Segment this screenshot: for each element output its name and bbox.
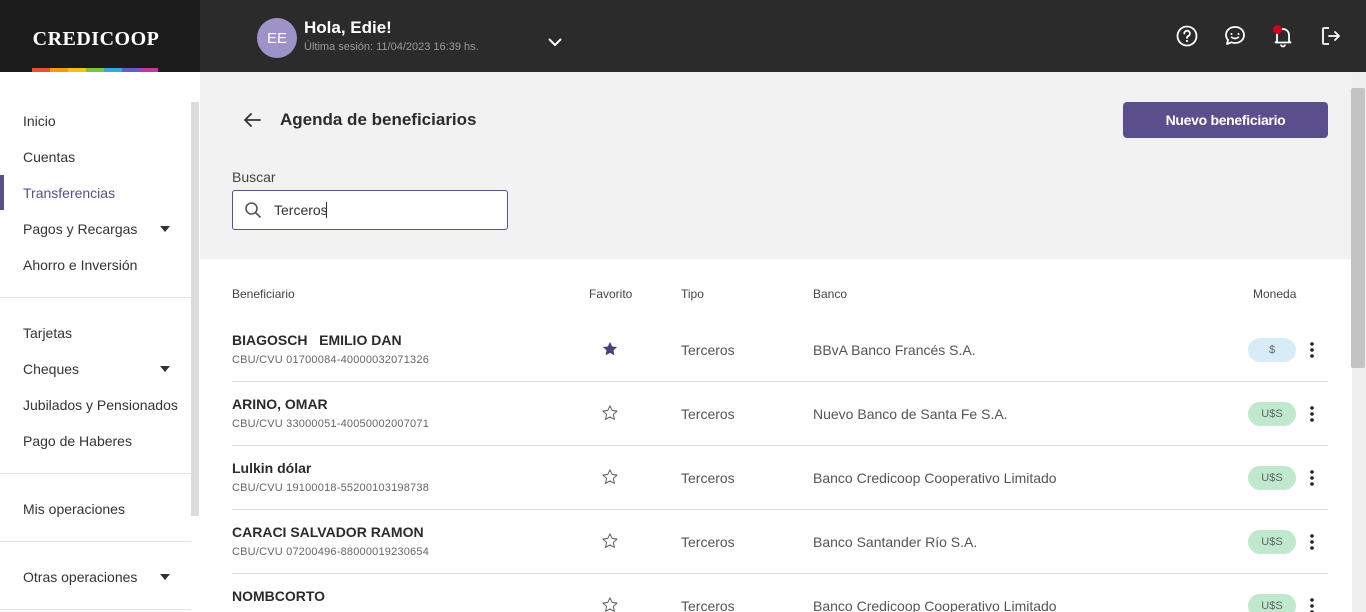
column-header-currency: Moneda (1253, 287, 1297, 301)
beneficiary-type: Terceros (681, 598, 735, 612)
sidebar-item-transferencias[interactable]: Transferencias (23, 185, 115, 201)
currency-badge: U$S (1248, 402, 1296, 426)
sidebar-item-cheques[interactable]: Cheques (23, 361, 79, 377)
beneficiary-bank: Banco Santander Río S.A. (813, 534, 978, 550)
star-outline-icon[interactable] (601, 596, 619, 612)
brand-logo[interactable]: CREDICOOP (0, 0, 200, 72)
more-options-icon[interactable] (1304, 338, 1320, 362)
caret-down-icon[interactable] (160, 226, 170, 232)
sidebar-scrollbar[interactable] (191, 102, 199, 516)
sidebar-divider (0, 297, 191, 298)
text-cursor (326, 202, 327, 218)
beneficiary-cbu: CBU/CVU 19100018-55200103198738 (232, 482, 430, 494)
active-indicator (0, 175, 4, 210)
brand-name: CREDICOOP (32, 28, 160, 50)
beneficiary-type: Terceros (681, 406, 735, 422)
more-options-icon[interactable] (1304, 594, 1320, 612)
chevron-down-icon[interactable] (545, 32, 565, 52)
beneficiary-name: BIAGOSCH EMILIO DAN (232, 332, 402, 348)
table-row[interactable]: ARINO, OMAR CBU/CVU 33000051-40050002007… (232, 382, 1328, 446)
beneficiary-cbu: CBU/CVU 33000051-40050002007071 (232, 418, 430, 430)
table-row[interactable]: CARACI SALVADOR RAMON CBU/CVU 07200496-8… (232, 510, 1328, 574)
avatar[interactable]: EE (257, 18, 297, 58)
beneficiary-type: Terceros (681, 534, 735, 550)
currency-badge: U$S (1248, 530, 1296, 554)
sidebar-item-inicio[interactable]: Inicio (23, 113, 56, 129)
back-arrow-icon[interactable] (241, 109, 263, 131)
page-header (200, 72, 1352, 259)
help-icon[interactable] (1175, 24, 1199, 48)
sidebar-item-pagos-recargas[interactable]: Pagos y Recargas (23, 221, 137, 237)
currency-badge: U$S (1248, 594, 1296, 612)
table-row[interactable]: Lulkin dólar CBU/CVU 19100018-5520010319… (232, 446, 1328, 510)
beneficiary-cbu: CBU/CVU 01700084-40000032071326 (232, 354, 430, 366)
star-outline-icon[interactable] (601, 468, 619, 486)
caret-down-icon[interactable] (160, 574, 170, 580)
more-options-icon[interactable] (1304, 530, 1320, 554)
beneficiary-type: Terceros (681, 470, 735, 486)
more-options-icon[interactable] (1304, 402, 1320, 426)
table-row[interactable]: NOMBCORTO Terceros Banco Credicoop Coope… (232, 574, 1328, 612)
column-header-type: Tipo (681, 287, 704, 301)
search-icon (245, 202, 261, 218)
page-title: Agenda de beneficiarios (280, 110, 477, 129)
table-row[interactable]: BIAGOSCH EMILIO DAN CBU/CVU 01700084-400… (232, 318, 1328, 382)
search-input[interactable] (274, 201, 494, 219)
sidebar-divider (0, 609, 191, 610)
star-filled-icon[interactable] (601, 340, 619, 358)
beneficiary-bank: Banco Credicoop Cooperativo Limitado (813, 470, 1057, 486)
beneficiary-cbu: CBU/CVU 07200496-88000019230654 (232, 546, 430, 558)
greeting-text: Hola, Edie! (304, 18, 392, 37)
sidebar-item-jubilados[interactable]: Jubilados y Pensionados (23, 397, 178, 413)
notification-dot (1273, 25, 1282, 34)
beneficiary-bank: Banco Credicoop Cooperativo Limitado (813, 598, 1057, 612)
column-header-favorite: Favorito (589, 287, 633, 301)
star-outline-icon[interactable] (601, 404, 619, 422)
sidebar-divider (0, 541, 191, 542)
page-scrollbar-thumb[interactable] (1351, 88, 1365, 368)
last-session-text: Última sesión: 11/04/2023 16:39 hs. (304, 41, 479, 53)
currency-badge: U$S (1248, 466, 1296, 490)
beneficiary-bank: Nuevo Banco de Santa Fe S.A. (813, 406, 1008, 422)
chat-icon[interactable] (1223, 24, 1247, 48)
beneficiary-name: ARINO, OMAR (232, 396, 328, 412)
beneficiary-type: Terceros (681, 342, 735, 358)
column-header-bank: Banco (813, 287, 848, 301)
logout-icon[interactable] (1319, 24, 1343, 48)
beneficiary-name: CARACI SALVADOR RAMON (232, 524, 424, 540)
sidebar-item-ahorro-inversion[interactable]: Ahorro e Inversión (23, 257, 137, 273)
beneficiary-name: NOMBCORTO (232, 588, 326, 604)
sidebar-item-mis-operaciones[interactable]: Mis operaciones (23, 501, 125, 517)
caret-down-icon[interactable] (160, 366, 170, 372)
beneficiary-bank: BBvA Banco Francés S.A. (813, 342, 976, 358)
currency-badge: $ (1248, 338, 1296, 362)
star-outline-icon[interactable] (601, 532, 619, 550)
beneficiary-name: Lulkin dólar (232, 460, 312, 476)
sidebar-item-otras-operaciones[interactable]: Otras operaciones (23, 569, 137, 585)
top-bar: CREDICOOP EE Hola, Edie! Última sesión: … (0, 0, 1366, 72)
new-beneficiary-button[interactable]: Nuevo beneficiario (1123, 102, 1328, 138)
more-options-icon[interactable] (1304, 466, 1320, 490)
search-label: Buscar (232, 169, 276, 185)
column-header-beneficiary: Beneficiario (232, 287, 295, 301)
sidebar-divider (0, 473, 191, 474)
sidebar-item-pago-haberes[interactable]: Pago de Haberes (23, 433, 132, 449)
sidebar-item-cuentas[interactable]: Cuentas (23, 149, 75, 165)
sidebar-item-tarjetas[interactable]: Tarjetas (23, 325, 72, 341)
